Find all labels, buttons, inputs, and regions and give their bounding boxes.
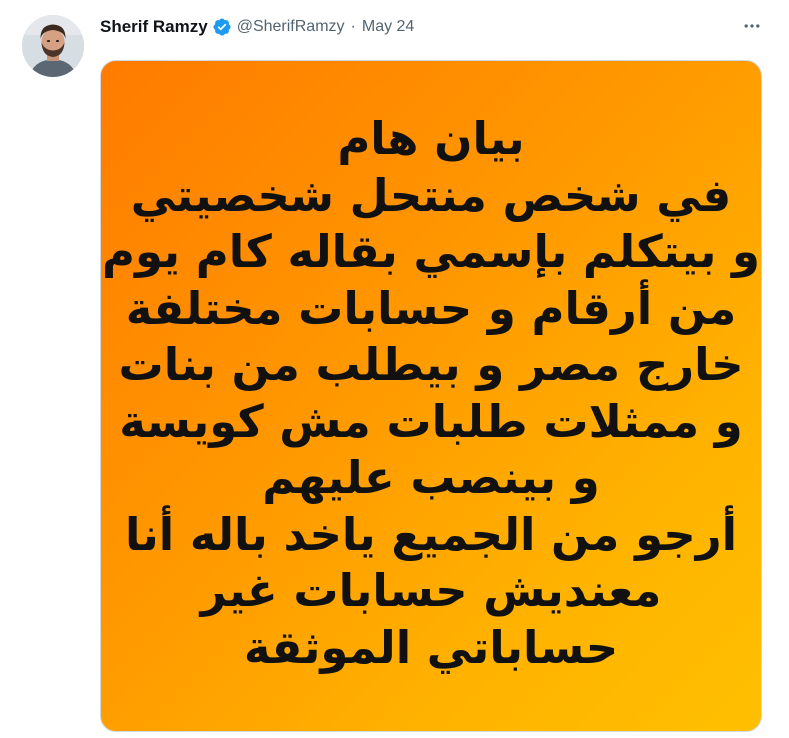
statement-line: خارج مصر و بيطلب من بنات xyxy=(118,338,744,391)
statement-line: حساباتي الموثقة xyxy=(243,620,619,674)
tweet: Sherif Ramzy @SherifRamzy · May 24 بيان … xyxy=(0,0,789,738)
tweet-header: Sherif Ramzy @SherifRamzy · May 24 xyxy=(100,14,414,40)
statement-line: معنديش حسابات غير xyxy=(200,564,662,617)
statement-line: و بينصب عليهم xyxy=(262,451,600,504)
statement-text: بيان هام في شخص منتحل شخصيتي و بيتكلم بإ… xyxy=(101,111,761,676)
header-separator: · xyxy=(350,18,356,35)
verified-badge-icon[interactable] xyxy=(212,17,232,37)
profile-photo-icon xyxy=(22,15,84,77)
statement-line: و ممثلات طلبات مش كويسة xyxy=(119,394,743,448)
statement-line: أرجو من الجميع ياخد باله أنا xyxy=(124,507,738,561)
tweet-image[interactable]: بيان هام في شخص منتحل شخصيتي و بيتكلم بإ… xyxy=(100,60,762,732)
more-options-button[interactable] xyxy=(735,12,769,40)
tweet-date[interactable]: May 24 xyxy=(362,18,414,36)
statement-line: في شخص منتحل شخصيتي xyxy=(130,168,732,222)
statement-line: من أرقام و حسابات مختلفة xyxy=(125,281,737,335)
author-handle[interactable]: @SherifRamzy xyxy=(237,18,345,36)
more-horizontal-icon xyxy=(744,24,760,28)
author-display-name[interactable]: Sherif Ramzy xyxy=(100,17,208,37)
statement-line: و بيتكلم بإسمي بقاله كام يوم xyxy=(101,225,760,278)
statement-line: بيان هام xyxy=(337,112,525,165)
avatar[interactable] xyxy=(22,15,84,77)
